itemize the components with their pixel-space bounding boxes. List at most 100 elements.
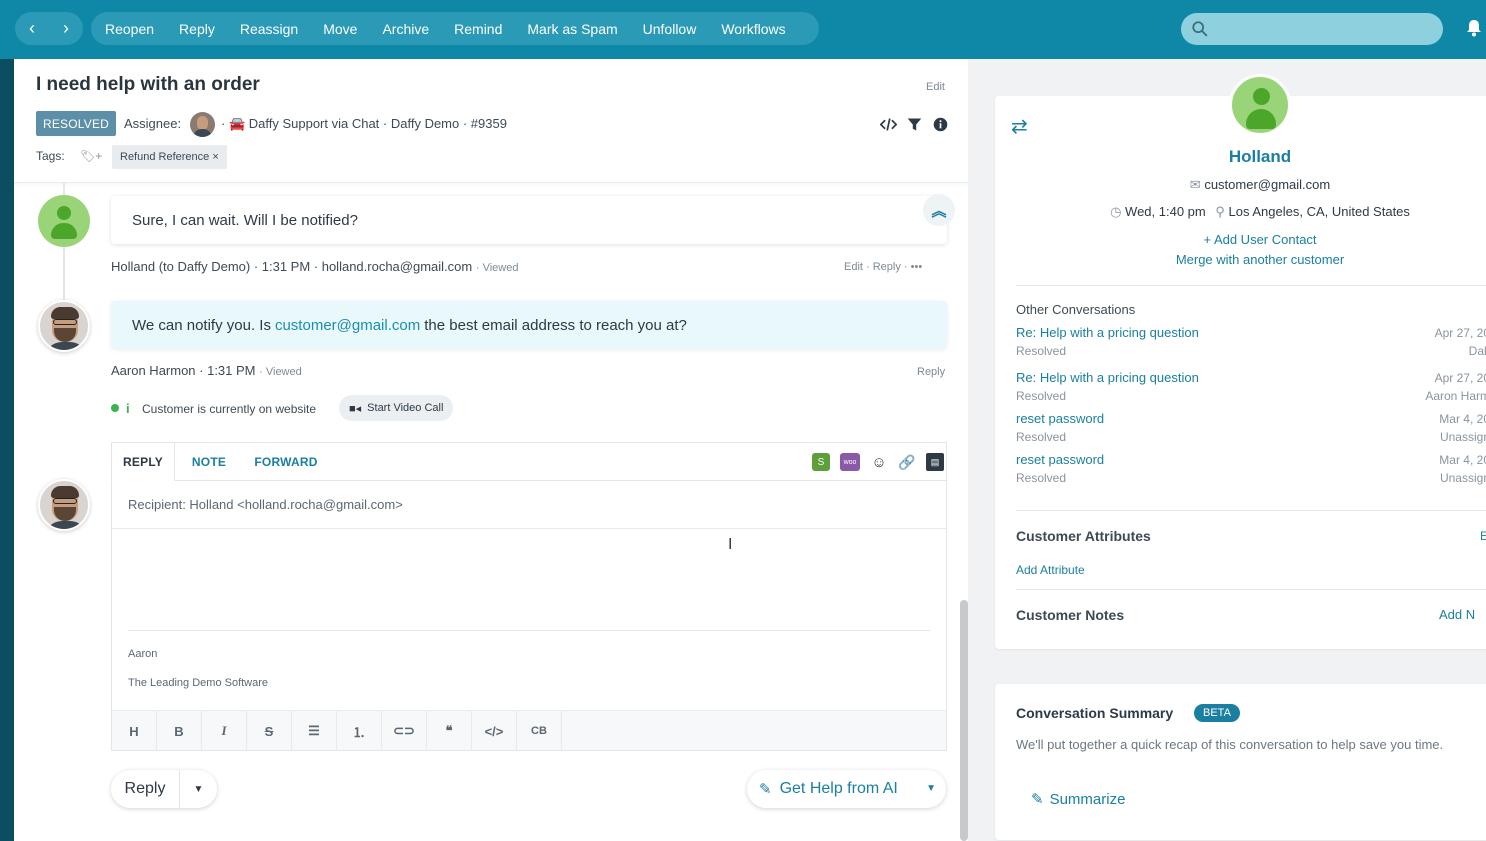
summarize-label: Summarize — [1049, 790, 1126, 808]
reassign-button[interactable]: Reassign — [240, 21, 298, 37]
reopen-button[interactable]: Reopen — [105, 21, 154, 37]
message-text-start: We can notify you. Is — [132, 316, 271, 334]
customer-location: ◷ Wed, 1:40 pm ⚲ Los Angeles, CA, United… — [995, 204, 1486, 220]
customer-attributes-title: Customer Attributes — [1016, 528, 1151, 544]
other-conversation-link[interactable]: reset password — [1016, 411, 1104, 426]
summarize-button[interactable]: ✎ Summarize — [1031, 790, 1126, 809]
message-meta: Aaron Harmon · 1:31 PM · Viewed — [111, 363, 302, 378]
numbered-list-icon[interactable]: ⒈ — [337, 711, 382, 751]
tag-chip[interactable]: Refund Reference × — [112, 145, 227, 169]
reply-button[interactable]: Reply — [111, 770, 180, 808]
customer-name[interactable]: Holland — [995, 147, 1486, 167]
viewed-label: · Viewed — [475, 262, 519, 274]
collapse-icon[interactable]: ︽ — [923, 194, 955, 226]
customer-message: Sure, I can wait. Will I be notified? — [111, 196, 947, 244]
bell-icon[interactable] — [1464, 18, 1484, 38]
format-toolbar: H B I S ☰ ⒈ ⊂⊃ ❝ </> CB — [112, 710, 946, 751]
presence-text: Customer is currently on website — [142, 402, 317, 416]
chevron-left-icon[interactable]: ‹ — [17, 18, 47, 39]
swap-icon[interactable]: ⇄ — [1011, 114, 1028, 139]
tab-reply[interactable]: REPLY — [111, 442, 175, 481]
heading-button[interactable]: H — [112, 711, 157, 751]
strikethrough-button[interactable]: S — [247, 711, 292, 751]
merge-customer-link[interactable]: Merge with another customer — [995, 252, 1486, 267]
conversation-status: Resolved — [1016, 471, 1067, 485]
customer-avatar — [38, 195, 90, 247]
tab-note[interactable]: NOTE — [182, 443, 236, 481]
signature-divider — [128, 630, 930, 631]
divider — [1016, 510, 1486, 511]
conversation-assignee: Aaron Harm — [1425, 389, 1486, 403]
code-block-button[interactable]: CB — [517, 711, 562, 751]
divider — [112, 528, 946, 529]
add-user-contact-link[interactable]: + Add User Contact — [995, 232, 1486, 247]
video-call-label: Start Video Call — [367, 402, 444, 414]
italic-button[interactable]: I — [202, 711, 247, 751]
agent-message: We can notify you. Is customer@gmail.com… — [111, 301, 947, 349]
conversation-actions: Reopen Reply Reassign Move Archive Remin… — [91, 12, 819, 45]
tag-icon[interactable]: 🏷+ — [80, 149, 102, 163]
add-note-link[interactable]: Add N — [1439, 607, 1475, 622]
info-icon[interactable]: i — [126, 401, 130, 416]
move-button[interactable]: Move — [323, 21, 357, 37]
reply-action-button[interactable]: Reply — [179, 21, 215, 37]
signature-name: Aaron — [128, 648, 158, 660]
other-conversation-link[interactable]: reset password — [1016, 452, 1104, 467]
conversation-assignee: Unassign — [1439, 471, 1486, 485]
saved-reply-icon[interactable]: ▤ — [926, 453, 944, 471]
remind-button[interactable]: Remind — [454, 21, 502, 37]
get-help-from-ai-button[interactable]: ✎ Get Help from AI ▼ — [747, 770, 946, 808]
link-icon[interactable]: 🔗 — [898, 453, 916, 471]
search-input[interactable] — [1217, 17, 1432, 41]
conversation-title: I need help with an order — [36, 74, 260, 95]
other-conversations-title: Other Conversations — [1016, 302, 1136, 317]
other-conversation-link[interactable]: Re: Help with a pricing question — [1016, 370, 1199, 385]
start-video-call-button[interactable]: ■◂ Start Video Call — [339, 395, 454, 421]
reply-link[interactable]: Reply — [917, 366, 945, 378]
info-icon[interactable] — [932, 116, 949, 133]
other-conversation-link[interactable]: Re: Help with a pricing question — [1016, 325, 1199, 340]
assignee-avatar[interactable] — [190, 112, 215, 137]
message-actions[interactable]: Edit · Reply · ••• — [844, 261, 922, 273]
code-icon[interactable]: </> — [472, 711, 517, 751]
tags-label: Tags: — [36, 149, 65, 163]
left-sidebar-edge — [0, 59, 14, 841]
signature-company: The Leading Demo Software — [128, 677, 269, 689]
conversation-status: Resolved — [1016, 389, 1067, 403]
quote-icon[interactable]: ❝ — [427, 711, 472, 751]
workflows-button[interactable]: Workflows — [721, 21, 785, 37]
chevron-down-icon[interactable]: ▼ — [926, 783, 936, 794]
woocommerce-icon[interactable]: woo — [840, 453, 860, 471]
emoji-icon[interactable]: ☺ — [870, 453, 888, 471]
local-time: Wed, 1:40 pm — [1125, 204, 1206, 219]
chevron-down-icon[interactable]: ▼ — [180, 770, 217, 808]
viewed-label: · Viewed — [259, 366, 302, 378]
shopify-icon[interactable]: S — [812, 453, 830, 471]
tab-forward[interactable]: FORWARD — [246, 443, 326, 481]
bold-button[interactable]: B — [157, 711, 202, 751]
mark-as-spam-button[interactable]: Mark as Spam — [527, 21, 617, 37]
conversation-meta: · 🚘 Daffy Support via Chat · Daffy Demo … — [221, 116, 507, 131]
link-icon[interactable]: ⊂⊃ — [382, 711, 427, 751]
edit-title-link[interactable]: Edit — [926, 81, 945, 93]
unfollow-button[interactable]: Unfollow — [643, 21, 697, 37]
location-pin-icon: ⚲ — [1215, 204, 1225, 219]
composer-avatar — [38, 479, 90, 531]
filter-icon[interactable] — [906, 116, 923, 133]
header-icons — [880, 116, 949, 133]
code-icon[interactable] — [880, 116, 897, 133]
scrollbar[interactable] — [960, 600, 968, 841]
email-link[interactable]: customer@gmail.com — [275, 317, 420, 334]
add-attribute-link[interactable]: Add Attribute — [1016, 563, 1085, 577]
clock-icon: ◷ — [1110, 204, 1122, 219]
chevron-right-icon[interactable]: › — [51, 18, 81, 39]
recipient-line[interactable]: Recipient: Holland <holland.rocha@gmail.… — [128, 497, 403, 512]
add-tag-button[interactable]: + — [95, 149, 102, 163]
search-icon — [1192, 21, 1208, 37]
edit-attributes-link[interactable]: E — [1480, 529, 1486, 543]
conversation-date: Apr 27, 20 — [1434, 371, 1486, 385]
conversation-date: Mar 4, 20 — [1439, 453, 1486, 467]
agent-avatar — [38, 300, 90, 352]
bullet-list-icon[interactable]: ☰ — [292, 711, 337, 751]
archive-button[interactable]: Archive — [382, 21, 429, 37]
